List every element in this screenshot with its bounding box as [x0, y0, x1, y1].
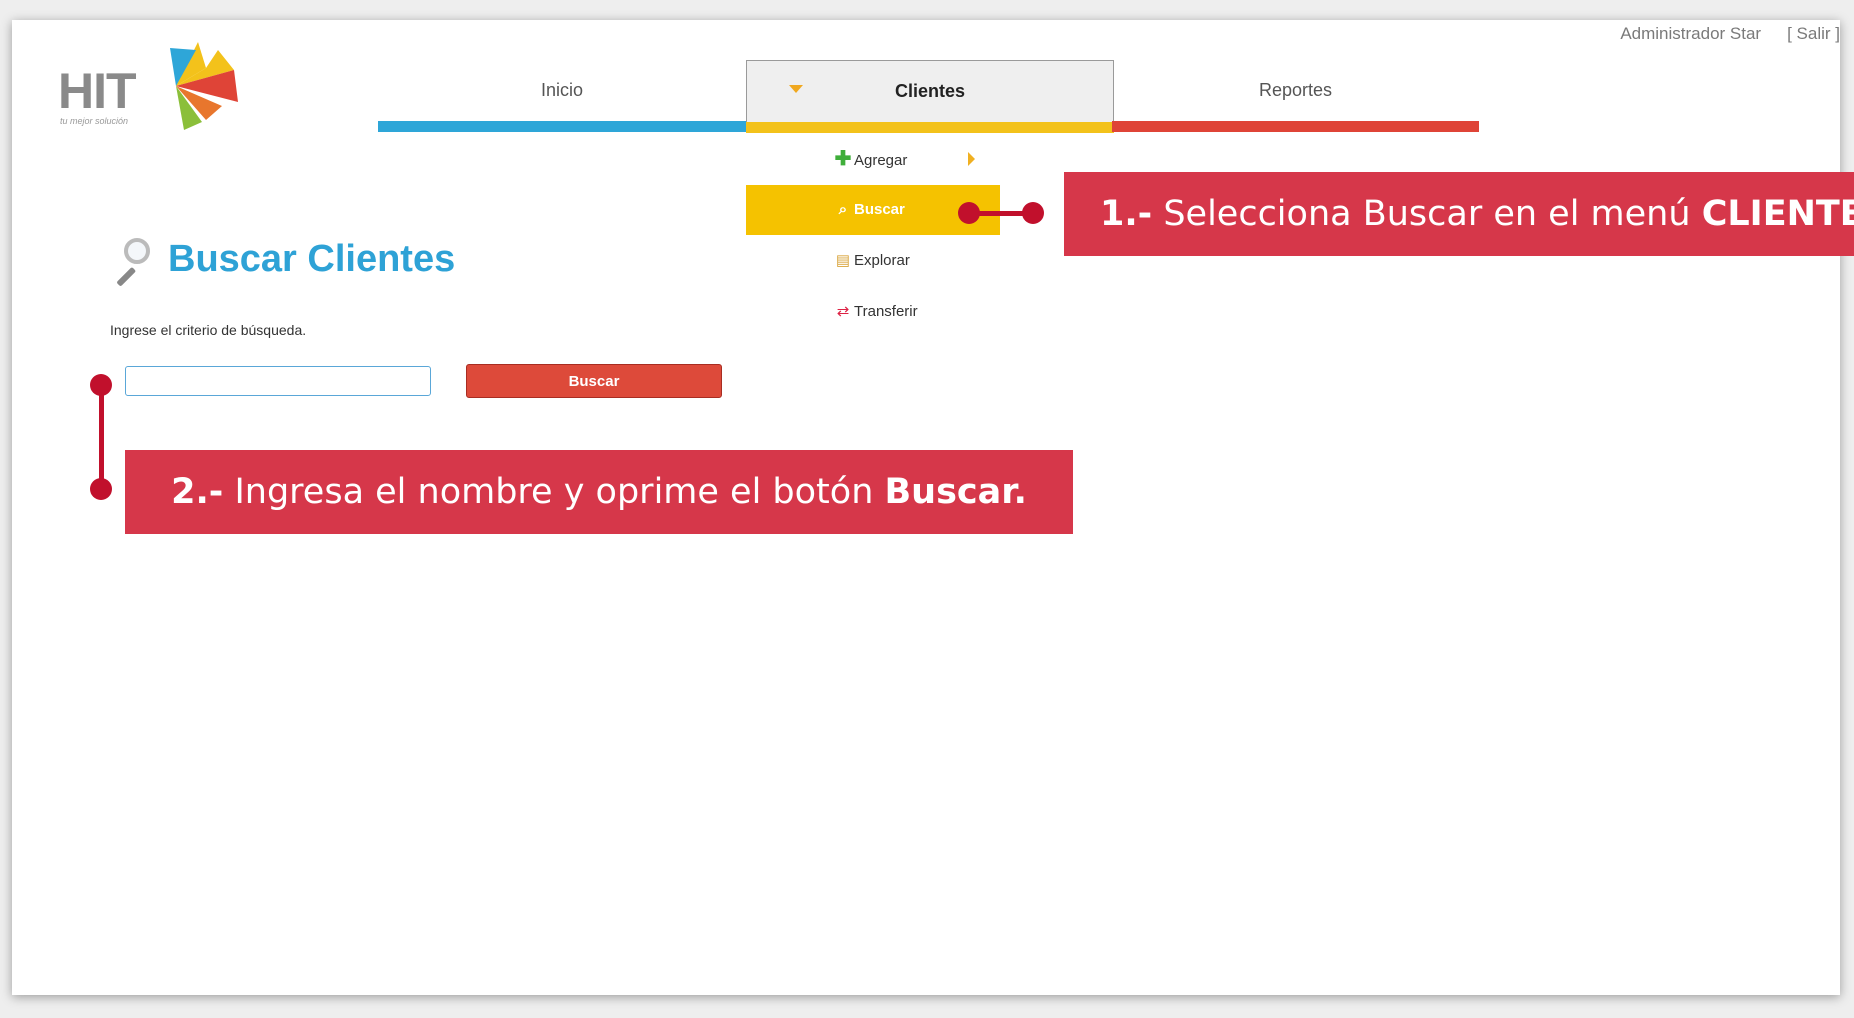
menu-item-agregar[interactable]: ✚ Agregar [746, 134, 1000, 184]
page-title: Buscar Clientes [110, 238, 456, 287]
nav-tab-inicio[interactable]: Inicio [378, 60, 746, 132]
callout-text: Selecciona Buscar en el menú [1152, 194, 1702, 234]
transfer-icon: ⇄ [836, 303, 850, 320]
callout-step-number: 1.- [1100, 194, 1153, 234]
nav-tab-underline [746, 122, 1114, 133]
menu-item-label: Buscar [854, 201, 905, 218]
callout-dot [958, 202, 980, 224]
magnifier-icon [110, 238, 154, 287]
callout-bold-text: CLIENTES. [1701, 194, 1854, 234]
menu-item-label: Agregar [854, 152, 908, 169]
logo-tagline: tu mejor solución [60, 116, 129, 126]
search-button[interactable]: Buscar [466, 364, 722, 398]
callout-step-2: 2.- Ingresa el nombre y oprime el botón … [125, 450, 1073, 534]
callout-text: Ingresa el nombre y oprime el botón [223, 472, 885, 512]
dropdown-arrow-icon [789, 85, 803, 93]
menu-item-label: Explorar [854, 252, 910, 269]
page-title-text: Buscar Clientes [168, 238, 456, 281]
nav-tab-label: Inicio [540, 80, 584, 100]
callout-dot [90, 478, 112, 500]
submenu-arrow-icon [968, 152, 975, 166]
plus-icon: ✚ [834, 148, 852, 170]
nav-tab-underline [1112, 121, 1479, 132]
search-input[interactable] [125, 366, 431, 396]
logout-link[interactable]: [ Salir ] [1787, 24, 1840, 43]
menu-item-label: Transferir [854, 303, 918, 320]
callout-bold-text: Buscar. [884, 472, 1027, 512]
callout-dot [1022, 202, 1044, 224]
menu-item-explorar[interactable]: ▤ Explorar [746, 236, 1000, 286]
callout-connector [99, 384, 104, 490]
logo-pinwheel-icon [170, 42, 238, 130]
search-instruction: Ingrese el criterio de búsqueda. [110, 322, 307, 338]
user-bar: Administrador Star [ Salir ] [1594, 24, 1840, 44]
nav-tab-reportes[interactable]: Reportes [1112, 60, 1479, 132]
logo-text: HIT [58, 63, 137, 119]
callout-step-1: 1.- Selecciona Buscar en el menú CLIENTE… [1064, 172, 1854, 256]
user-name: Administrador Star [1620, 24, 1762, 43]
nav-tab-label: Clientes [894, 81, 966, 101]
nav-tab-label: Reportes [1258, 80, 1333, 100]
nav-tab-underline [378, 121, 746, 132]
nav-tab-clientes[interactable]: Clientes [746, 60, 1114, 133]
callout-step-number: 2.- [171, 472, 224, 512]
folder-icon: ▤ [835, 252, 851, 269]
menu-item-transferir[interactable]: ⇄ Transferir [746, 287, 1000, 337]
magnifier-icon: ⌕ [838, 201, 848, 218]
logo[interactable]: HIT tu mejor solución [58, 40, 238, 130]
callout-dot [90, 374, 112, 396]
